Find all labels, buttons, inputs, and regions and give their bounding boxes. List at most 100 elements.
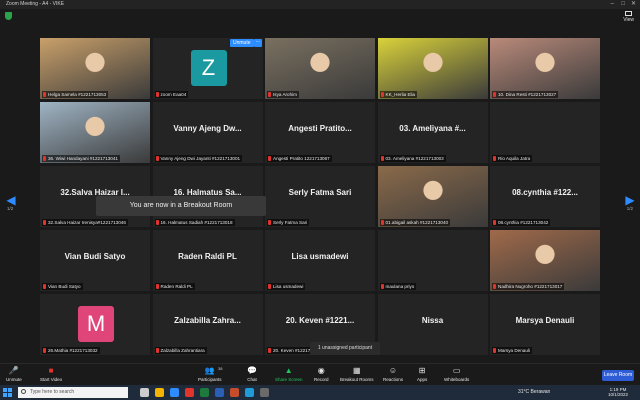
- participant-name-label: Nadhira Nugroho #1221713017: [492, 283, 565, 290]
- zoom-window: Zoom Meeting - A4 - VIKE – □ ✕ View ◀ 1/…: [0, 0, 640, 400]
- participant-name-label: Vanny Ajeng Dwi Jayanti #1221713001: [154, 155, 243, 162]
- taskbar-search-input[interactable]: Type here to search: [18, 387, 128, 398]
- share-screen-button[interactable]: ▲ Share Screen: [275, 366, 303, 382]
- zoom-app-icon[interactable]: [170, 388, 179, 397]
- chrome-icon[interactable]: [185, 388, 194, 397]
- participant-tile[interactable]: 03. Ameliyana #... 03. Ameliyana #1221713…: [377, 102, 488, 163]
- muted-mic-icon: [380, 220, 384, 225]
- file-explorer-icon[interactable]: [155, 388, 164, 397]
- participants-button[interactable]: 👥 38 Participants: [198, 366, 222, 382]
- participant-name-text: Nadhira Nugroho #1221713017: [498, 284, 563, 289]
- reactions-icon: ☺: [388, 366, 398, 375]
- record-icon: ◉: [317, 366, 325, 375]
- participant-name-text: 16. Halmatus Sadiah #1221713018: [160, 220, 233, 225]
- participant-name-label: 01.abigail askah #1221713040: [379, 219, 451, 226]
- unmute-label: Unmute: [6, 377, 22, 382]
- chat-button[interactable]: 💬 Chat: [247, 366, 257, 382]
- participant-tile[interactable]: 10. Dina Resti #1221713027: [490, 38, 600, 99]
- muted-mic-icon: [43, 284, 46, 289]
- minimize-icon[interactable]: –: [611, 0, 614, 9]
- participant-tile[interactable]: Zalzabilla Zahra... Zalzabilla Zahrantiar…: [152, 294, 263, 355]
- participant-tile[interactable]: Zzoom Eaa04: [152, 38, 263, 99]
- task-view-icon[interactable]: [140, 388, 149, 397]
- muted-mic-icon: [43, 348, 46, 353]
- muted-mic-icon: [268, 284, 271, 289]
- settings-icon[interactable]: [260, 388, 269, 397]
- participant-tile[interactable]: maulana priyo: [377, 230, 488, 291]
- participant-tile[interactable]: Raden Raldi PL Raden Raldi PL: [152, 230, 263, 291]
- page-indicator-right: 1/2: [626, 206, 633, 211]
- participant-tile[interactable]: Helga Samela #1221713053: [40, 38, 150, 99]
- participant-video: [377, 38, 488, 99]
- participant-tile[interactable]: Vanny Ajeng Dw... Vanny Ajeng Dwi Jayanti…: [152, 102, 263, 163]
- participant-tile[interactable]: Lisa usmadewi Lisa usmadewi: [265, 230, 375, 291]
- powerpoint-icon[interactable]: [230, 388, 239, 397]
- participant-name-label: 08.cynthia #1221713042: [492, 219, 551, 226]
- windows-start-icon[interactable]: [3, 388, 12, 397]
- apps-button[interactable]: ⊞ Apps: [417, 366, 427, 382]
- record-button[interactable]: ◉ Record: [314, 366, 329, 382]
- reactions-button[interactable]: ☺ Reactions: [383, 366, 403, 382]
- muted-mic-icon: [380, 92, 384, 97]
- participant-tile[interactable]: Vian Budi Satyo Vian Budi Satyo: [40, 230, 150, 291]
- edge-icon[interactable]: [245, 388, 254, 397]
- participant-name-text: Raden Raldi PL: [160, 284, 193, 289]
- view-label: View: [623, 17, 634, 23]
- participant-name-text: Marsya Denauli: [498, 348, 530, 353]
- muted-mic-icon: [155, 284, 159, 289]
- close-icon[interactable]: ✕: [631, 0, 636, 9]
- taskbar-clock[interactable]: 1:19 PM 10/1/2022: [608, 387, 628, 397]
- breakout-rooms-button[interactable]: ▦ Breakout Rooms: [340, 366, 374, 382]
- participant-tile[interactable]: Nissa: [377, 294, 488, 355]
- unmute-button[interactable]: 🎤 Unmute: [6, 366, 22, 382]
- participant-video: [490, 230, 600, 291]
- participant-tile[interactable]: Marsya Denauli Marsya Denauli: [490, 294, 600, 355]
- participant-name-label: maulana priyo: [379, 283, 417, 290]
- participant-video: [40, 102, 150, 163]
- participant-tile[interactable]: KK_Herlia Elia: [377, 38, 488, 99]
- participant-tile[interactable]: 01.abigail askah #1221713040: [377, 166, 488, 227]
- participant-name-label: Vian Budi Satyo: [42, 283, 83, 290]
- participant-name-label: Isya Arohim: [267, 91, 299, 98]
- weather-widget[interactable]: 31°C Berawan: [518, 389, 550, 395]
- participant-tile[interactable]: Nadhira Nugroho #1221713017: [490, 230, 600, 291]
- participant-tile[interactable]: Serly Fatma Sari Serly Fatma Sari: [265, 166, 375, 227]
- chat-label: Chat: [247, 377, 257, 382]
- apps-label: Apps: [417, 377, 428, 382]
- participant-name-large: Angesti Pratito...: [288, 124, 352, 133]
- start-video-button[interactable]: ■ Start Video: [40, 366, 62, 382]
- participant-video: [265, 38, 375, 99]
- muted-mic-icon: [268, 156, 271, 161]
- participant-name-label: Rio Aquila Jatra: [492, 155, 533, 162]
- whiteboards-button[interactable]: ▭ Whiteboards: [444, 366, 469, 382]
- apps-icon: ⊞: [418, 366, 426, 375]
- participant-name-text: 01.abigail askah #1221713040: [385, 220, 449, 225]
- participant-tile[interactable]: M 26.Mathia #1221713032: [40, 294, 150, 355]
- participant-name-large: Vanny Ajeng Dw...: [173, 124, 242, 133]
- windows-taskbar: Type here to search 31°C Berawan 1:19 PM…: [0, 385, 640, 400]
- participant-avatar: M: [78, 306, 114, 342]
- more-options-button[interactable]: ···: [254, 39, 262, 47]
- word-icon[interactable]: [215, 388, 224, 397]
- share-screen-label: Share Screen: [275, 377, 303, 382]
- participant-name-text: Helga Samela #1221713053: [48, 92, 107, 97]
- unassigned-participant-notice: 1 unassigned participant: [310, 342, 380, 355]
- participant-name-label: Angesti Pratito 1221713067: [267, 155, 332, 162]
- unmute-participant-button[interactable]: Unmute: [230, 39, 254, 47]
- participant-tile[interactable]: 36. Wiwi Handayani #1221713041: [40, 102, 150, 163]
- participant-name-label: 26.Mathia #1221713032: [42, 347, 100, 354]
- view-button[interactable]: View: [623, 11, 634, 23]
- security-shield-icon[interactable]: [5, 12, 12, 20]
- participant-tile[interactable]: 08.cynthia #122... 08.cynthia #1221713042: [490, 166, 600, 227]
- excel-icon[interactable]: [200, 388, 209, 397]
- participant-tile[interactable]: Angesti Pratito... Angesti Pratito 122171…: [265, 102, 375, 163]
- participant-name-large: Marsya Denauli: [515, 316, 575, 325]
- video-off-icon: ■: [48, 366, 54, 375]
- maximize-icon[interactable]: □: [621, 0, 625, 9]
- leave-room-button[interactable]: Leave Room: [602, 370, 634, 381]
- muted-mic-icon: [493, 92, 496, 97]
- participant-tile[interactable]: Isya Arohim: [265, 38, 375, 99]
- participant-tile[interactable]: Rio Aquila Jatra: [490, 102, 600, 163]
- participant-name-label: Marsya Denauli: [492, 347, 532, 354]
- whiteboard-icon: ▭: [452, 366, 461, 375]
